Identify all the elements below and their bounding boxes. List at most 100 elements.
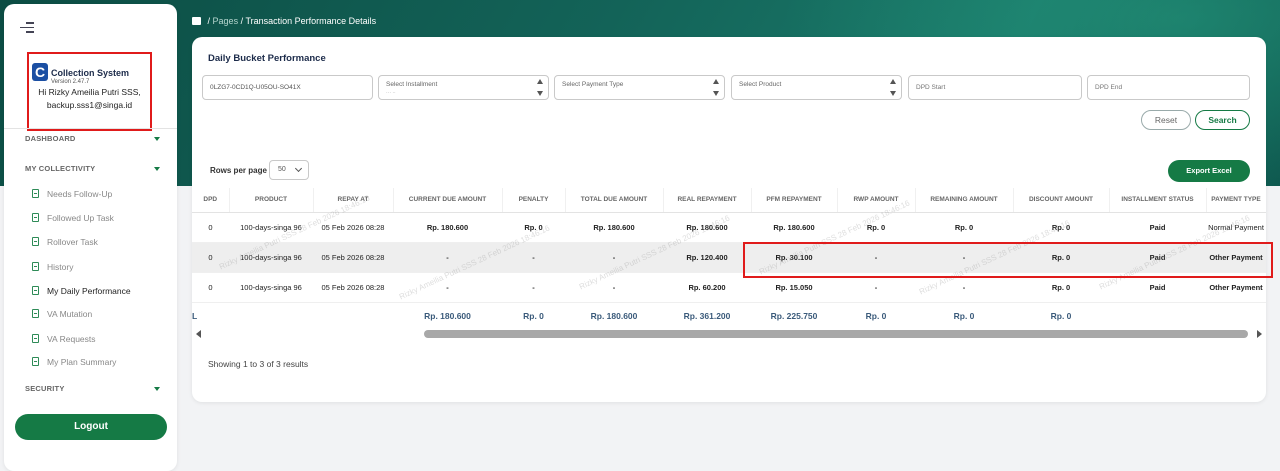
table-row: 0 100-days-singa 96 05 Feb 2026 08:28 - …	[192, 272, 1266, 303]
sidebar-item-va-requests[interactable]: VA Requests	[32, 334, 96, 344]
cell: 05 Feb 2026 08:28	[313, 272, 393, 303]
column-header[interactable]: REMAINING AMOUNT	[915, 188, 1014, 213]
total-cell: Rp. 0	[953, 310, 975, 321]
column-header[interactable]: PRODUCT	[229, 188, 314, 213]
performance-table: DPD PRODUCT REPAY AT CURRENT DUE AMOUNT …	[192, 188, 1266, 329]
dpd-end-input[interactable]	[1087, 75, 1250, 100]
cell: Rp. 180.600	[663, 212, 751, 243]
cell: Rp. 0	[837, 212, 915, 243]
cell: -	[565, 242, 663, 273]
breadcrumb-pages-link[interactable]: Pages	[213, 16, 239, 26]
search-button[interactable]: Search	[1195, 110, 1250, 130]
column-header[interactable]: REAL REPAYMENT	[663, 188, 752, 213]
sidebar-item-needs-follow-up[interactable]: Needs Follow-Up	[32, 189, 112, 199]
cell: Rp. 120.400	[663, 242, 751, 273]
scroll-right-icon[interactable]	[1257, 330, 1262, 338]
cell: -	[565, 272, 663, 303]
total-cell: Rp. 361.200	[683, 310, 731, 321]
logout-button[interactable]: Logout	[15, 414, 167, 440]
total-cell: Rp. 0	[865, 310, 887, 321]
sidebar-item-rollover-task[interactable]: Rollover Task	[32, 237, 98, 247]
sidebar-divider	[4, 128, 177, 129]
cell: Paid	[1109, 212, 1206, 243]
dpd-start-field[interactable]	[916, 76, 1081, 99]
transaction-id-value[interactable]	[210, 76, 372, 99]
cell: -	[393, 272, 502, 303]
cell: 100-days-singa 96	[229, 242, 313, 273]
column-header[interactable]: RWP AMOUNT	[837, 188, 916, 213]
cell: -	[393, 242, 502, 273]
clipboard-icon	[32, 262, 39, 271]
cell: 0	[192, 242, 229, 273]
cell: 05 Feb 2026 08:28	[313, 212, 393, 243]
dpd-end-field[interactable]	[1095, 76, 1249, 99]
cell: Rp. 180.600	[565, 212, 663, 243]
user-email: backup.sss1@singa.id	[46, 100, 133, 110]
product-select[interactable]: Select Product	[731, 75, 902, 100]
column-header[interactable]: TOTAL DUE AMOUNT	[565, 188, 664, 213]
clipboard-icon	[32, 357, 39, 366]
cell: Other Payment	[1206, 272, 1266, 303]
scroll-left-icon[interactable]	[196, 330, 201, 338]
performance-card: Daily Bucket Performance Select Installm…	[192, 37, 1266, 402]
cell: 0	[192, 272, 229, 303]
spinner-arrows-icon	[537, 79, 545, 96]
cell	[1206, 302, 1266, 329]
cell	[313, 302, 393, 329]
reset-button[interactable]: Reset	[1141, 110, 1191, 130]
sidebar-section-security[interactable]: SECURITY	[25, 384, 160, 393]
cell: Rp. 30.100	[751, 242, 837, 273]
cell	[229, 302, 313, 329]
table-total-row: L Rp. 180.600 Rp. 0 Rp. 180.600 Rp. 361.…	[192, 302, 1266, 329]
sidebar-section-my-collectivity[interactable]: MY COLLECTIVITY	[25, 164, 160, 173]
column-header[interactable]: PENALTY	[502, 188, 566, 213]
horizontal-scrollbar[interactable]	[192, 328, 1266, 340]
cell: -	[502, 242, 565, 273]
cell: -	[915, 242, 1013, 273]
cell: Rp. 0	[915, 212, 1013, 243]
cell: Rp. 0	[1013, 242, 1109, 273]
cell: Rp. 180.600	[751, 212, 837, 243]
sidebar: C Collection System Version 2.47.7 Hi Ri…	[4, 4, 177, 471]
column-header[interactable]: DPD	[192, 188, 230, 213]
cell: Normal Payment	[1206, 212, 1266, 243]
column-header[interactable]: INSTALLMENT STATUS	[1109, 188, 1207, 213]
home-icon[interactable]	[192, 17, 201, 25]
dpd-start-input[interactable]	[908, 75, 1082, 100]
cell: Rp. 0	[1013, 272, 1109, 303]
column-header[interactable]: PFM REPAYMENT	[751, 188, 838, 213]
installment-select[interactable]: Select Installment ··· ··	[378, 75, 549, 100]
sidebar-item-my-daily-performance[interactable]: My Daily Performance	[32, 286, 131, 296]
cell: -	[837, 272, 915, 303]
cell: Other Payment	[1206, 242, 1266, 273]
column-header[interactable]: REPAY AT	[313, 188, 394, 213]
cell: 0	[192, 212, 229, 243]
app-title: Collection System	[51, 68, 130, 78]
column-header[interactable]: CURRENT DUE AMOUNT	[393, 188, 503, 213]
sidebar-item-va-mutation[interactable]: VA Mutation	[32, 309, 92, 319]
table-row: 0 100-days-singa 96 05 Feb 2026 08:28 - …	[192, 242, 1266, 273]
menu-toggle-icon[interactable]	[20, 22, 34, 34]
breadcrumb: / Pages / Transaction Performance Detail…	[192, 16, 376, 26]
clipboard-icon	[32, 286, 39, 295]
transaction-id-input[interactable]	[202, 75, 373, 100]
total-cell: Rp. 0	[523, 310, 544, 321]
cell: Rp. 0	[1013, 212, 1109, 243]
sidebar-item-history[interactable]: History	[32, 262, 73, 272]
column-header[interactable]: DISCOUNT AMOUNT	[1013, 188, 1110, 213]
sidebar-item-my-plan-summary[interactable]: My Plan Summary	[32, 357, 116, 367]
profile-highlight-box: C Collection System Version 2.47.7 Hi Ri…	[27, 52, 152, 131]
cell: 100-days-singa 96	[229, 212, 313, 243]
app-version: Version 2.47.7	[51, 79, 90, 85]
sidebar-section-dashboard[interactable]: DASHBOARD	[25, 134, 160, 143]
scrollbar-thumb[interactable]	[424, 330, 1248, 338]
total-label: L	[192, 310, 198, 321]
sidebar-item-followed-up-task[interactable]: Followed Up Task	[32, 213, 114, 223]
export-excel-button[interactable]: Export Excel	[1168, 160, 1250, 182]
card-title: Daily Bucket Performance	[208, 53, 326, 64]
column-header[interactable]: PAYMENT TYPE	[1206, 188, 1266, 213]
caret-down-icon	[154, 167, 160, 171]
payment-type-select[interactable]: Select Payment Type	[554, 75, 725, 100]
rows-per-page-select[interactable]: 50	[269, 160, 309, 180]
table-header-row: DPD PRODUCT REPAY AT CURRENT DUE AMOUNT …	[192, 188, 1266, 213]
